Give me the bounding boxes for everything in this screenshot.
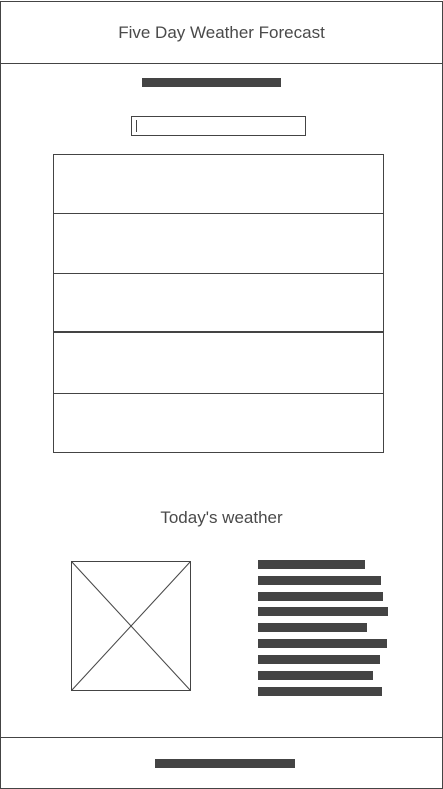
city-search-input[interactable] [131, 116, 306, 136]
forecast-day-5[interactable] [54, 394, 383, 452]
forecast-day-1[interactable] [54, 155, 383, 214]
detail-line [258, 655, 380, 664]
forecast-day-4[interactable] [54, 333, 383, 394]
detail-line [258, 560, 365, 569]
app-header: Five Day Weather Forecast [0, 1, 443, 64]
detail-line [258, 687, 382, 696]
footer-text-placeholder [155, 759, 295, 768]
detail-line [258, 623, 367, 632]
forecast-list [53, 154, 384, 453]
search-label-placeholder [142, 78, 281, 87]
page-title: Five Day Weather Forecast [118, 23, 325, 42]
detail-line [258, 607, 388, 616]
detail-line [258, 639, 387, 648]
forecast-day-3[interactable] [54, 274, 383, 333]
today-weather-title: Today's weather [160, 508, 283, 527]
detail-line [258, 576, 381, 585]
detail-line [258, 592, 383, 601]
forecast-day-2[interactable] [54, 214, 383, 274]
weather-image-placeholder-icon [71, 561, 191, 691]
detail-line [258, 671, 373, 680]
text-caret [136, 120, 137, 132]
